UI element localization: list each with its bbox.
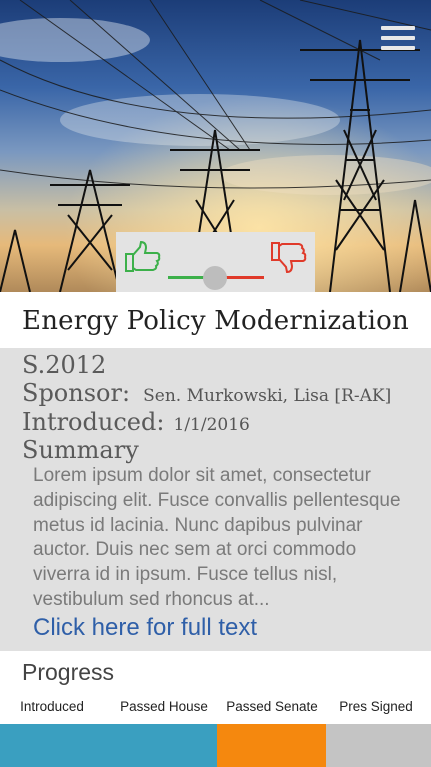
thumbs-up-icon[interactable] bbox=[124, 240, 162, 274]
vote-slider-knob[interactable] bbox=[203, 266, 227, 290]
thumbs-down-icon[interactable] bbox=[270, 240, 308, 274]
sponsor-label: Sponsor: bbox=[22, 379, 131, 407]
vote-panel bbox=[116, 232, 315, 292]
progress-bar-pending bbox=[326, 724, 431, 767]
bill-title: Energy Policy Modernization bbox=[22, 306, 409, 336]
introduced-label: Introduced: bbox=[22, 408, 165, 436]
bill-details-panel: S.2012 Sponsor: Sen. Murkowski, Lisa [R-… bbox=[0, 348, 431, 651]
summary-text: Lorem ipsum dolor sit amet, consectetur … bbox=[33, 465, 401, 610]
sponsor-row: Sponsor: Sen. Murkowski, Lisa [R-AK] bbox=[22, 379, 391, 407]
progress-bar-completed bbox=[0, 724, 217, 767]
stage-introduced: Introduced bbox=[20, 699, 84, 714]
bill-number-row: S.2012 bbox=[22, 351, 106, 379]
stage-passed-senate: Passed Senate bbox=[226, 699, 318, 714]
full-text-link[interactable]: Click here for full text bbox=[33, 614, 257, 642]
sponsor-value: Sen. Murkowski, Lisa [R-AK] bbox=[143, 386, 392, 406]
introduced-value: 1/1/2016 bbox=[173, 415, 250, 435]
slider-track-no bbox=[222, 276, 264, 279]
progress-title: Progress bbox=[22, 659, 115, 685]
summary-label: Summary bbox=[22, 436, 139, 464]
summary-heading-row: Summary bbox=[22, 436, 139, 464]
menu-button[interactable] bbox=[381, 26, 415, 50]
hamburger-menu-icon bbox=[381, 26, 415, 30]
stage-passed-house: Passed House bbox=[120, 699, 208, 714]
bill-number: S.2012 bbox=[22, 351, 107, 379]
progress-bar-current bbox=[217, 724, 326, 767]
introduced-row: Introduced: 1/1/2016 bbox=[22, 408, 250, 436]
stage-pres-signed: Pres Signed bbox=[339, 699, 413, 714]
